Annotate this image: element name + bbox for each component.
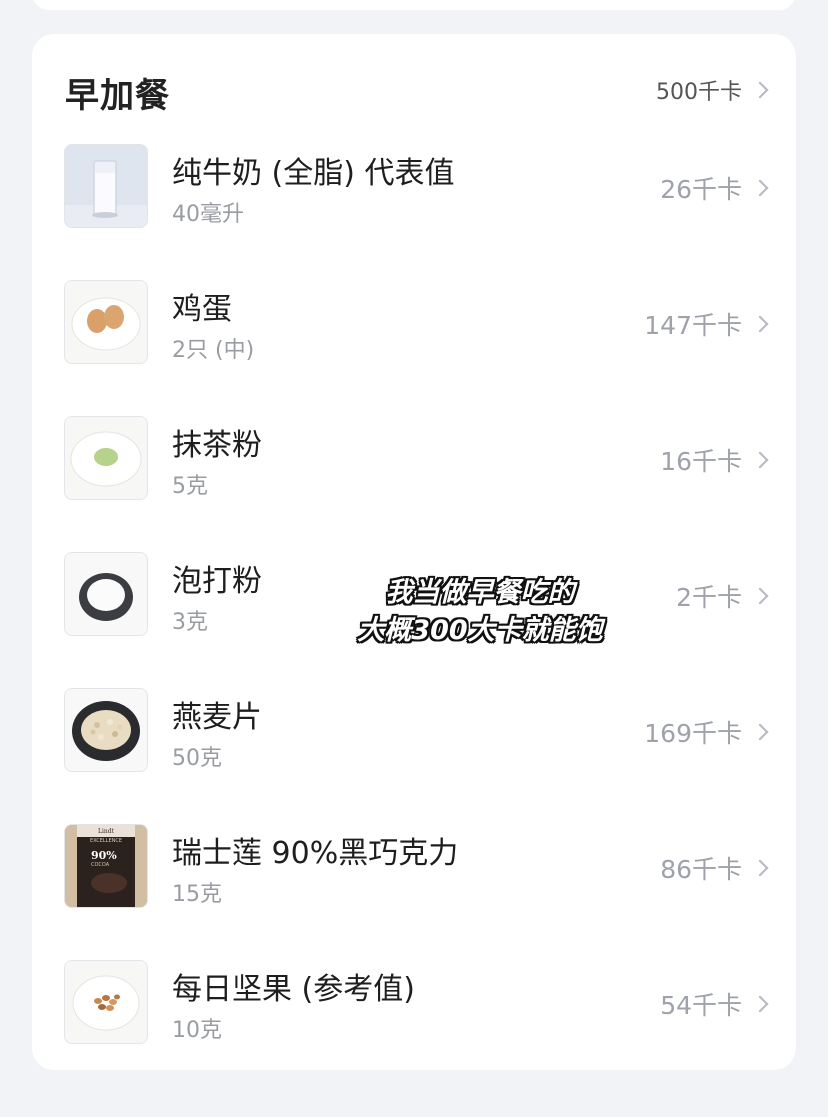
- food-kcal-link[interactable]: 86千卡: [660, 850, 769, 886]
- food-kcal: 16千卡: [660, 447, 742, 476]
- food-kcal: 147千卡: [644, 311, 742, 340]
- food-amount: 15克: [172, 882, 222, 907]
- food-kcal: 169千卡: [644, 719, 742, 748]
- meal-header[interactable]: 早加餐 500千卡: [32, 34, 796, 142]
- eggs-icon: [64, 280, 148, 364]
- caption-line: 我当做早餐吃的: [385, 577, 575, 608]
- food-kcal-link[interactable]: 54千卡: [660, 986, 769, 1022]
- milk-glass-icon: [64, 144, 148, 228]
- food-amount: 5克: [172, 474, 208, 499]
- meal-total[interactable]: 500千卡: [656, 74, 769, 106]
- food-amount: 2只 (中): [172, 338, 255, 363]
- food-kcal-link[interactable]: 147千卡: [644, 306, 769, 342]
- chevron-right-icon: [751, 995, 769, 1013]
- chocolate-bar-icon: Lindt EXCELLENCE 90% COCOA: [64, 824, 148, 908]
- food-item-oatmeal[interactable]: 燕麦片 50克 169千卡: [32, 688, 796, 824]
- meal-total-kcal: 500千卡: [656, 80, 742, 105]
- chevron-right-icon: [751, 315, 769, 333]
- food-name: 抹茶粉: [172, 428, 262, 463]
- meal-card: 早加餐 500千卡 纯牛奶 (全脂) 代表值 40毫升 26千卡 鸡蛋 2只 (…: [32, 34, 796, 1070]
- food-kcal: 86千卡: [660, 855, 742, 884]
- food-name: 泡打粉: [172, 564, 262, 599]
- food-name: 每日坚果 (参考值): [172, 972, 415, 1007]
- food-amount: 40毫升: [172, 202, 244, 227]
- previous-card: [32, 0, 796, 10]
- food-kcal-link[interactable]: 26千卡: [660, 170, 769, 206]
- chevron-right-icon: [751, 179, 769, 197]
- chevron-right-icon: [751, 723, 769, 741]
- food-kcal-link[interactable]: 2千卡: [676, 578, 769, 614]
- food-kcal-link[interactable]: 16千卡: [660, 442, 769, 478]
- matcha-powder-icon: [64, 416, 148, 500]
- food-item-matcha[interactable]: 抹茶粉 5克 16千卡: [32, 416, 796, 552]
- chevron-right-icon: [751, 859, 769, 877]
- chocolate-line-text: EXCELLENCE: [90, 838, 122, 844]
- chocolate-cocoa-text: COCOA: [91, 862, 110, 868]
- chocolate-brand-text: Lindt: [98, 828, 115, 835]
- food-item-eggs[interactable]: 鸡蛋 2只 (中) 147千卡: [32, 280, 796, 416]
- food-name: 鸡蛋: [172, 292, 232, 327]
- chevron-right-icon: [751, 587, 769, 605]
- chocolate-percent-text: 90%: [91, 849, 117, 862]
- food-item-chocolate[interactable]: Lindt EXCELLENCE 90% COCOA 瑞士莲 90%黑巧克力 1…: [32, 824, 796, 960]
- food-item-milk[interactable]: 纯牛奶 (全脂) 代表值 40毫升 26千卡: [32, 144, 796, 280]
- food-kcal: 2千卡: [676, 583, 742, 612]
- caption-line: 大概300大卡就能饱: [357, 615, 603, 646]
- food-amount: 50克: [172, 746, 222, 771]
- baking-powder-bowl-icon: [64, 552, 148, 636]
- food-kcal: 26千卡: [660, 175, 742, 204]
- food-amount: 10克: [172, 1018, 222, 1043]
- food-item-nuts[interactable]: 每日坚果 (参考值) 10克 54千卡: [32, 960, 796, 1096]
- food-name: 燕麦片: [172, 700, 262, 735]
- chevron-right-icon: [751, 81, 769, 99]
- meal-title: 早加餐: [65, 76, 170, 116]
- food-kcal-link[interactable]: 169千卡: [644, 714, 769, 750]
- oatmeal-bowl-icon: [64, 688, 148, 772]
- chevron-right-icon: [751, 451, 769, 469]
- mixed-nuts-icon: [64, 960, 148, 1044]
- caption-overlay: 我当做早餐吃的 大概300大卡就能饱: [330, 574, 630, 650]
- food-name: 纯牛奶 (全脂) 代表值: [172, 156, 455, 191]
- food-kcal: 54千卡: [660, 991, 742, 1020]
- food-name: 瑞士莲 90%黑巧克力: [172, 836, 459, 871]
- food-amount: 3克: [172, 610, 208, 635]
